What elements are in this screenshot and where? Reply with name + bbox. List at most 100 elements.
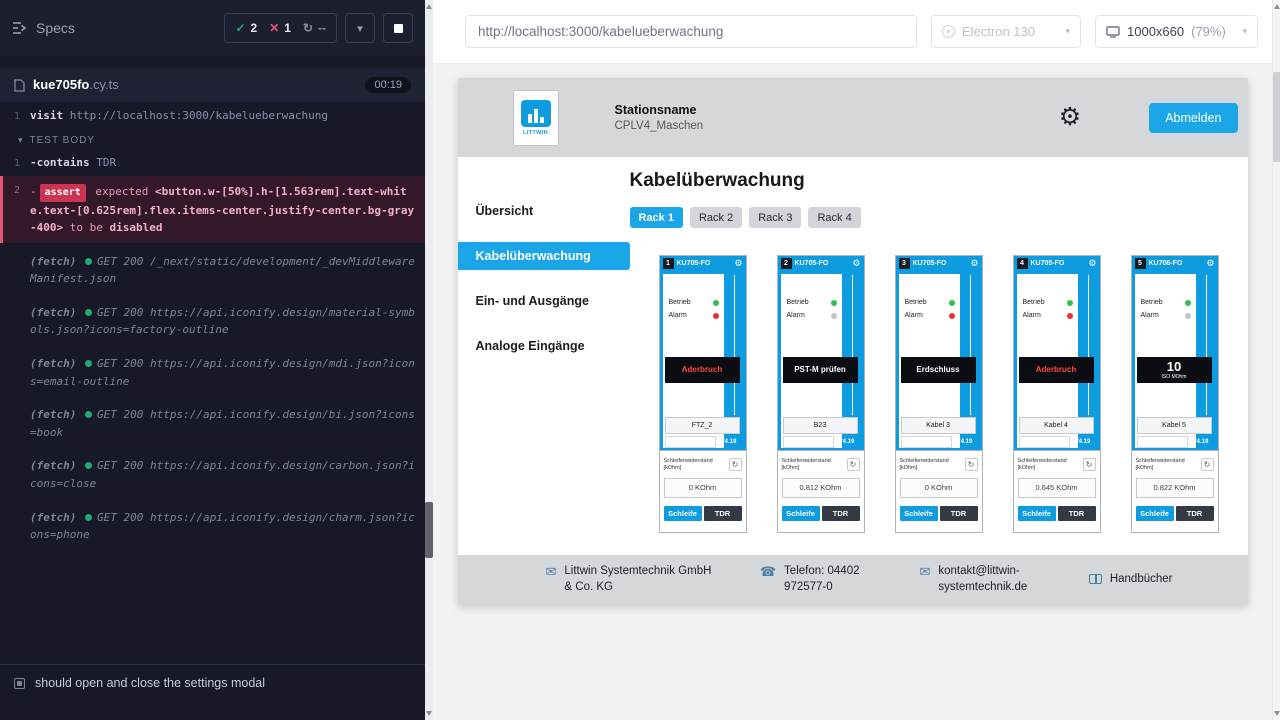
measurement-section: Schleifenwiderstand [kOhm]↻0.645 KOhmSch…: [1014, 450, 1100, 532]
status-display: PST-M prüfen: [783, 357, 858, 383]
sidebar-nav-item[interactable]: Analoge Eingänge: [458, 332, 630, 360]
specs-sidebar-toggle[interactable]: Specs: [12, 20, 75, 36]
tdr-button[interactable]: TDR: [940, 506, 978, 521]
visit-log-row[interactable]: 1 visit http://localhost:3000/kabelueber…: [0, 106, 425, 125]
visit-command: visit http://localhost:3000/kabelueberwa…: [30, 109, 328, 122]
stop-button[interactable]: [383, 13, 413, 43]
display-blank: [783, 436, 834, 448]
version-row: V4.19: [665, 436, 740, 448]
betrieb-led-icon: [949, 300, 955, 306]
littwin-logo: LITTWIN: [513, 90, 559, 146]
tdr-button[interactable]: TDR: [1058, 506, 1096, 521]
refresh-icon[interactable]: ↻: [847, 458, 860, 471]
fetch-log-row[interactable]: (fetch) GET 200 https://api.iconify.desi…: [0, 349, 425, 396]
next-test-row[interactable]: should open and close the settings modal: [0, 664, 425, 720]
fetch-log-row[interactable]: (fetch) GET 200 https://api.iconify.desi…: [0, 503, 425, 550]
scroll-down-icon[interactable]: [426, 711, 432, 716]
cable-line: [1088, 275, 1089, 415]
page-scrollbar[interactable]: [1272, 0, 1280, 720]
device-front-panel: BetriebAlarmAderbruchKabel 4V4.19: [1014, 271, 1100, 450]
device-gear-icon[interactable]: ⚙: [970, 259, 978, 268]
measurement-label: Schleifenwiderstand [kOhm]: [664, 458, 722, 472]
scroll-down-icon[interactable]: [1274, 711, 1280, 716]
test-body-section[interactable]: ▾ TEST BODY: [0, 125, 425, 153]
cable-name-field[interactable]: Kabel 4: [1019, 417, 1094, 434]
tdr-button[interactable]: TDR: [704, 506, 742, 521]
card-header: 3KÜ705-FO⚙: [896, 256, 982, 271]
rack-device-card: 2KÜ705-FO⚙BetriebAlarmPST-M prüfenB23V4.…: [777, 255, 865, 533]
scrollbar-thumb[interactable]: [1273, 72, 1280, 162]
sidebar-expand-icon: [12, 21, 28, 35]
cable-name-field[interactable]: Kabel 5: [1137, 417, 1212, 434]
fetch-label: (fetch): [30, 357, 76, 370]
cable-name-field[interactable]: FTZ_2: [665, 417, 740, 434]
next-test-title: should open and close the settings modal: [35, 676, 265, 690]
fetch-log-row[interactable]: (fetch) GET 200 https://api.iconify.desi…: [0, 451, 425, 498]
runner-scrollbar[interactable]: [425, 0, 433, 720]
line-number: [0, 304, 30, 339]
fetch-message: (fetch) GET 200 https://api.iconify.desi…: [30, 457, 415, 492]
scroll-up-icon[interactable]: [426, 4, 432, 9]
fetch-message: (fetch) GET 200 https://api.iconify.desi…: [30, 355, 415, 390]
station-label: Stationsname: [615, 103, 704, 117]
fetch-log-row[interactable]: (fetch) GET 200 https://api.iconify.desi…: [0, 298, 425, 345]
sidebar-nav-item[interactable]: Übersicht: [458, 197, 630, 225]
fetch-status: GET 200: [97, 459, 143, 472]
device-gear-icon[interactable]: ⚙: [852, 259, 860, 268]
scrollbar-thumb[interactable]: [425, 502, 433, 558]
device-gear-icon[interactable]: ⚙: [734, 259, 742, 268]
contains-command: -contains TDR: [30, 156, 116, 169]
cable-line: [1206, 275, 1207, 415]
resistance-value: 0.812 KOhm: [782, 478, 860, 498]
device-front-panel: BetriebAlarm10ISO MOhmKabel 5V4.19: [1132, 271, 1218, 450]
logout-button[interactable]: Abmelden: [1149, 103, 1237, 133]
refresh-icon[interactable]: ↻: [729, 458, 742, 471]
firmware-version: V4.19: [954, 436, 976, 448]
url-input[interactable]: [465, 15, 917, 48]
sidebar-nav-item[interactable]: Kabelüberwachung: [458, 242, 630, 270]
footer-contact-item: Handbücher: [1089, 572, 1173, 588]
refresh-icon[interactable]: ↻: [965, 458, 978, 471]
footer-contact-item: ☎Telefon: 04402 972577-0: [760, 564, 879, 595]
contains-log-row[interactable]: 1 -contains TDR: [0, 153, 425, 172]
phone-icon: ☎: [760, 565, 776, 578]
scroll-up-icon[interactable]: [1274, 4, 1280, 9]
email-icon: ✉: [546, 565, 557, 578]
cable-name-field[interactable]: Kabel 3: [901, 417, 976, 434]
refresh-icon[interactable]: ↻: [1083, 458, 1096, 471]
tdr-button[interactable]: TDR: [822, 506, 860, 521]
alarm-indicator: Alarm: [663, 309, 724, 322]
browser-select[interactable]: Electron 130 ▾: [931, 15, 1081, 48]
rack-tab[interactable]: Rack 3: [749, 207, 801, 228]
schleife-button[interactable]: Schleife: [664, 506, 702, 521]
page-title: Kabelüberwachung: [630, 170, 1248, 192]
schleife-button[interactable]: Schleife: [1018, 506, 1056, 521]
refresh-icon: ↻: [303, 21, 313, 35]
device-gear-icon[interactable]: ⚙: [1206, 259, 1214, 268]
spec-header[interactable]: kue705fo.cy.ts 00:19: [0, 68, 425, 102]
footer-text: Handbücher: [1110, 572, 1173, 588]
tdr-button[interactable]: TDR: [1176, 506, 1214, 521]
fetch-log-row[interactable]: (fetch) GET 200 https://api.iconify.desi…: [0, 400, 425, 447]
alarm-led-icon: [831, 313, 837, 319]
betrieb-label: Betrieb: [905, 299, 927, 306]
footer-text: Littwin Systemtechnik GmbH & Co. KG: [564, 564, 719, 595]
cable-name-field[interactable]: B23: [783, 417, 858, 434]
refresh-icon[interactable]: ↻: [1201, 458, 1214, 471]
schleife-button[interactable]: Schleife: [782, 506, 820, 521]
assert-log-row[interactable]: 2 -assert expected <button.w-[50%].h-[1.…: [0, 176, 425, 243]
fetch-log-row[interactable]: (fetch) GET 200 /_next/static/developmen…: [0, 247, 425, 294]
rack-tab[interactable]: Rack 4: [808, 207, 860, 228]
schleife-button[interactable]: Schleife: [900, 506, 938, 521]
sidebar-nav-item[interactable]: Ein- und Ausgänge: [458, 287, 630, 315]
fetch-message: (fetch) GET 200 https://api.iconify.desi…: [30, 509, 415, 544]
settings-gear-icon[interactable]: ⚙: [1059, 105, 1081, 130]
littwin-logo-icon: [521, 100, 551, 127]
viewport-select[interactable]: 1000x660 (79%) ▾: [1095, 15, 1258, 48]
schleife-button[interactable]: Schleife: [1136, 506, 1174, 521]
device-number-badge: 2: [781, 258, 792, 269]
rack-tab[interactable]: Rack 1: [630, 207, 683, 228]
device-gear-icon[interactable]: ⚙: [1088, 259, 1096, 268]
collapse-button[interactable]: ▾: [345, 13, 375, 43]
rack-tab[interactable]: Rack 2: [690, 207, 742, 228]
